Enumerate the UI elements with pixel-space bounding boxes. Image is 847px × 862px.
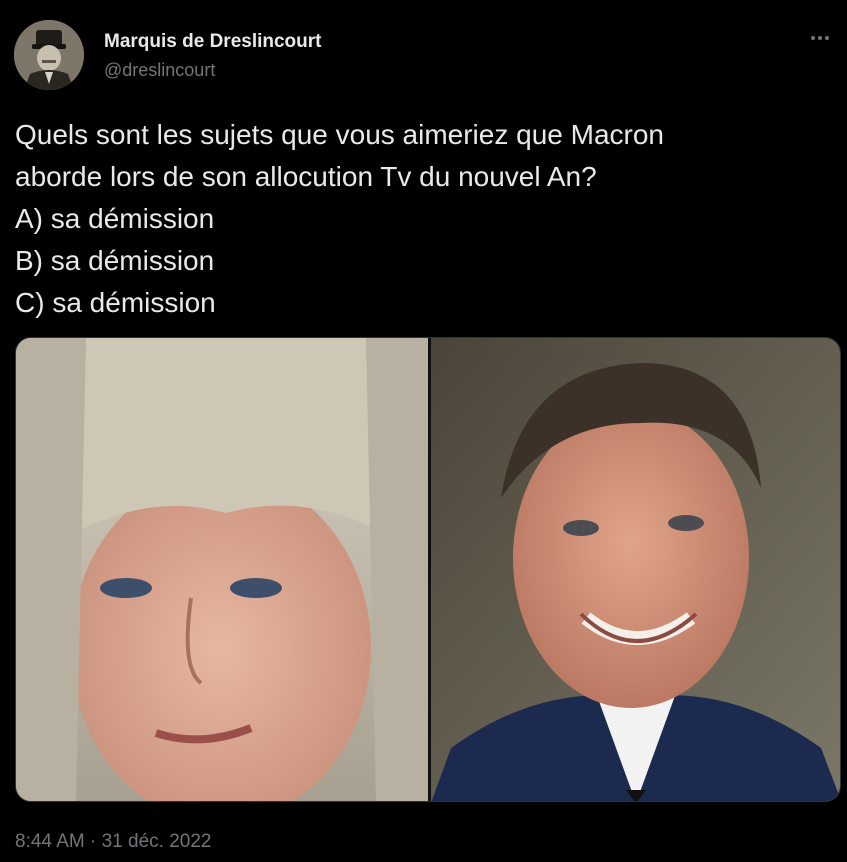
tweet-line: C) sa démission (15, 287, 216, 318)
author-handle[interactable]: @dreslincourt (104, 60, 215, 81)
media-photo-right[interactable] (431, 338, 840, 801)
tweet-timestamp[interactable]: 8:44 AM · 31 déc. 2022 (15, 831, 211, 853)
tweet-card: Marquis de Dreslincourt @dreslincourt Qu… (0, 0, 847, 862)
tweet-line: Quels sont les sujets que vous aimeriez … (15, 119, 664, 150)
tweet-text: Quels sont les sujets que vous aimeriez … (15, 114, 830, 324)
avatar[interactable] (14, 20, 84, 90)
more-horizontal-icon (811, 36, 829, 40)
tweet-line: A) sa démission (15, 203, 215, 234)
portrait-photo-woman (16, 338, 428, 801)
portrait-photo-man (431, 338, 840, 801)
author-name[interactable]: Marquis de Dreslincourt (104, 31, 322, 53)
tweet-line: B) sa démission (15, 245, 215, 276)
avatar-portrait-image (14, 20, 84, 90)
tweet-line: aborde lors de son allocution Tv du nouv… (15, 161, 597, 192)
media-photo-left[interactable] (16, 338, 428, 801)
more-options-button[interactable] (803, 26, 837, 50)
media-grid[interactable] (15, 337, 841, 802)
